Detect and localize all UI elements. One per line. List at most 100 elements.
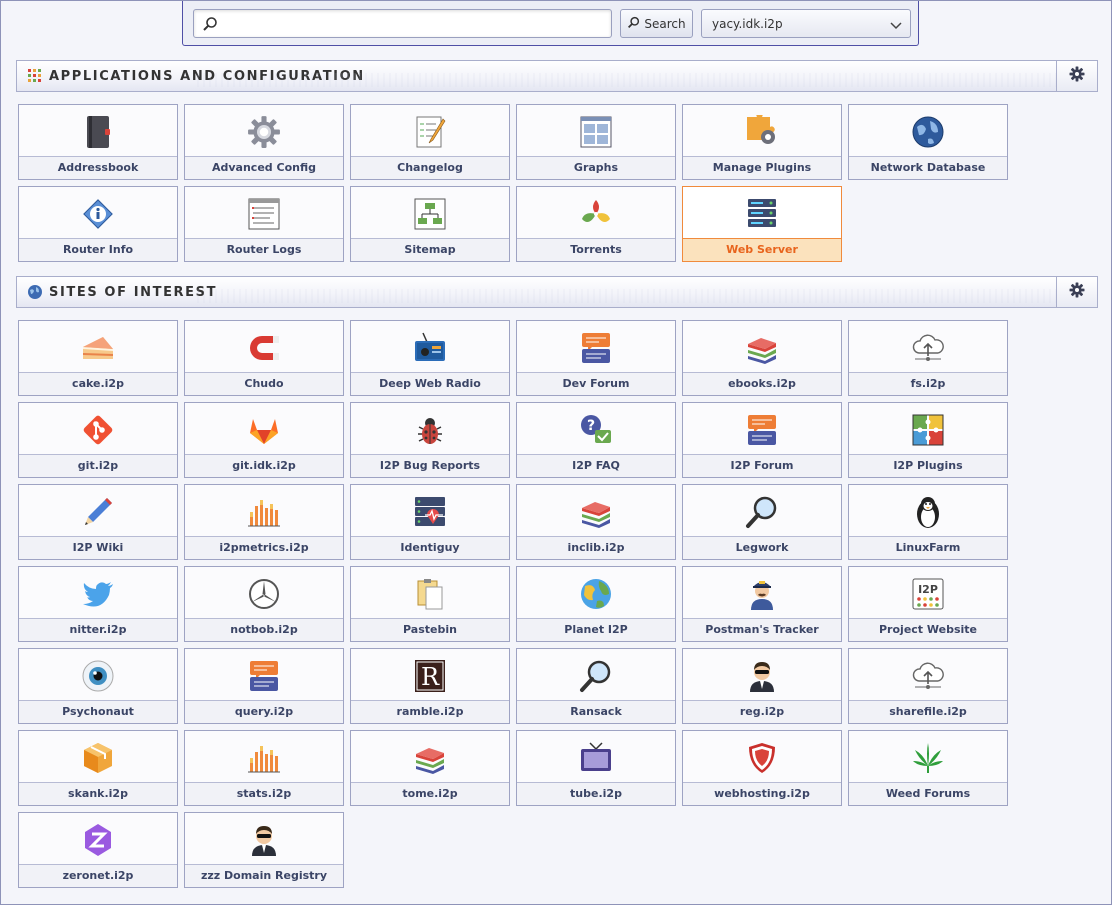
site-tile[interactable]: Identiguy	[350, 484, 510, 560]
site-tile-label: stats.i2p	[185, 782, 343, 805]
site-tile-label: skank.i2p	[19, 782, 177, 805]
app-tile[interactable]: Graphs	[516, 104, 676, 180]
chevron-down-icon	[890, 19, 902, 33]
puzzle-icon	[849, 412, 1007, 448]
site-tile[interactable]: sharefile.i2p	[848, 648, 1008, 724]
site-tile[interactable]: Dev Forum	[516, 320, 676, 396]
site-tile[interactable]: git.i2p	[18, 402, 178, 478]
site-tile[interactable]: i2pmetrics.i2p	[184, 484, 344, 560]
site-tile[interactable]: Legwork	[682, 484, 842, 560]
app-tile[interactable]: Addressbook	[18, 104, 178, 180]
svg-text:I2P: I2P	[918, 583, 938, 596]
site-tile[interactable]: ebooks.i2p	[682, 320, 842, 396]
site-tile[interactable]: I2P Forum	[682, 402, 842, 478]
site-tile-label: webhosting.i2p	[683, 782, 841, 805]
site-tile[interactable]: Postman's Tracker	[682, 566, 842, 642]
search-field[interactable]	[193, 9, 612, 38]
site-tile[interactable]: query.i2p	[184, 648, 344, 724]
penguin-icon	[849, 494, 1007, 530]
plugins-icon	[683, 114, 841, 150]
app-tile[interactable]: Router Logs	[184, 186, 344, 262]
search-engine-select[interactable]: yacy.idk.i2p	[701, 9, 911, 38]
sites-section-title: SITES OF INTEREST	[49, 285, 218, 300]
app-tile[interactable]: Network Database	[848, 104, 1008, 180]
gear-icon	[1069, 66, 1085, 86]
forum-icon	[517, 330, 675, 366]
site-tile-label: Chudo	[185, 372, 343, 395]
magnifier-icon	[517, 658, 675, 694]
app-tile-label: Sitemap	[351, 238, 509, 261]
app-tile-label: Manage Plugins	[683, 156, 841, 179]
site-tile-label: fs.i2p	[849, 372, 1007, 395]
site-tile[interactable]: ? I2P FAQ	[516, 402, 676, 478]
bar-chart-icon	[185, 494, 343, 530]
site-tile-label: I2P Wiki	[19, 536, 177, 559]
site-tile[interactable]: Deep Web Radio	[350, 320, 510, 396]
site-tile-label: cake.i2p	[19, 372, 177, 395]
mercedes-icon	[185, 576, 343, 612]
site-tile[interactable]: I2P Project Website	[848, 566, 1008, 642]
app-tile[interactable]: Advanced Config	[184, 104, 344, 180]
site-tile[interactable]: cake.i2p	[18, 320, 178, 396]
svg-text:?: ?	[587, 418, 595, 434]
sites-grid: cake.i2p Chudo Deep Web Radio Dev Forum eboo…	[18, 320, 1008, 888]
app-tile[interactable]: Router Info	[18, 186, 178, 262]
clipboard-icon	[351, 576, 509, 612]
site-tile[interactable]: notbob.i2p	[184, 566, 344, 642]
app-tile-label: Addressbook	[19, 156, 177, 179]
books-icon	[683, 330, 841, 366]
app-tile-label: Changelog	[351, 156, 509, 179]
app-tile-label: Graphs	[517, 156, 675, 179]
magnifier-icon	[683, 494, 841, 530]
site-tile[interactable]: I2P Bug Reports	[350, 402, 510, 478]
forum-icon	[683, 412, 841, 448]
cloud-upload-icon	[849, 658, 1007, 694]
site-tile[interactable]: fs.i2p	[848, 320, 1008, 396]
site-tile[interactable]: git.idk.i2p	[184, 402, 344, 478]
site-tile-label: notbob.i2p	[185, 618, 343, 641]
site-tile[interactable]: LinuxFarm	[848, 484, 1008, 560]
site-tile-label: Project Website	[849, 618, 1007, 641]
app-tile-label: Web Server	[683, 238, 841, 261]
site-tile[interactable]: I2P Plugins	[848, 402, 1008, 478]
search-button[interactable]: Search	[620, 9, 693, 38]
app-tile[interactable]: Torrents	[516, 186, 676, 262]
apps-section-header: APPLICATIONS AND CONFIGURATION	[16, 60, 1098, 92]
site-tile[interactable]: tome.i2p	[350, 730, 510, 806]
site-tile-label: zeronet.i2p	[19, 864, 177, 887]
app-tile[interactable]: Web Server	[682, 186, 842, 262]
site-tile-label: I2P Plugins	[849, 454, 1007, 477]
site-tile[interactable]: Chudo	[184, 320, 344, 396]
grid-dots-icon	[27, 68, 43, 88]
apps-settings-button[interactable]	[1056, 60, 1098, 92]
site-tile[interactable]: Planet I2P	[516, 566, 676, 642]
site-tile[interactable]: Rramble.i2p	[350, 648, 510, 724]
site-tile-label: Deep Web Radio	[351, 372, 509, 395]
site-tile[interactable]: inclib.i2p	[516, 484, 676, 560]
changelog-icon	[351, 114, 509, 150]
site-tile[interactable]: webhosting.i2p	[682, 730, 842, 806]
site-tile-label: tube.i2p	[517, 782, 675, 805]
faq-icon: ?	[517, 412, 675, 448]
app-tile-label: Advanced Config	[185, 156, 343, 179]
sites-settings-button[interactable]	[1056, 276, 1098, 308]
site-tile[interactable]: Psychonaut	[18, 648, 178, 724]
site-tile[interactable]: stats.i2p	[184, 730, 344, 806]
site-tile[interactable]: Pastebin	[350, 566, 510, 642]
site-tile[interactable]: Weed Forums	[848, 730, 1008, 806]
app-tile[interactable]: Changelog	[350, 104, 510, 180]
site-tile[interactable]: zeronet.i2p	[18, 812, 178, 888]
site-tile[interactable]: tube.i2p	[516, 730, 676, 806]
site-tile[interactable]: I2P Wiki	[18, 484, 178, 560]
box-icon	[19, 740, 177, 776]
site-tile[interactable]: zzz Domain Registry	[184, 812, 344, 888]
search-input[interactable]	[220, 15, 605, 33]
site-tile[interactable]: reg.i2p	[682, 648, 842, 724]
site-tile[interactable]: nitter.i2p	[18, 566, 178, 642]
site-tile[interactable]: Ransack	[516, 648, 676, 724]
app-tile[interactable]: Sitemap	[350, 186, 510, 262]
magnet-icon	[185, 330, 343, 366]
app-tile[interactable]: Manage Plugins	[682, 104, 842, 180]
site-tile[interactable]: skank.i2p	[18, 730, 178, 806]
bug-icon	[351, 412, 509, 448]
